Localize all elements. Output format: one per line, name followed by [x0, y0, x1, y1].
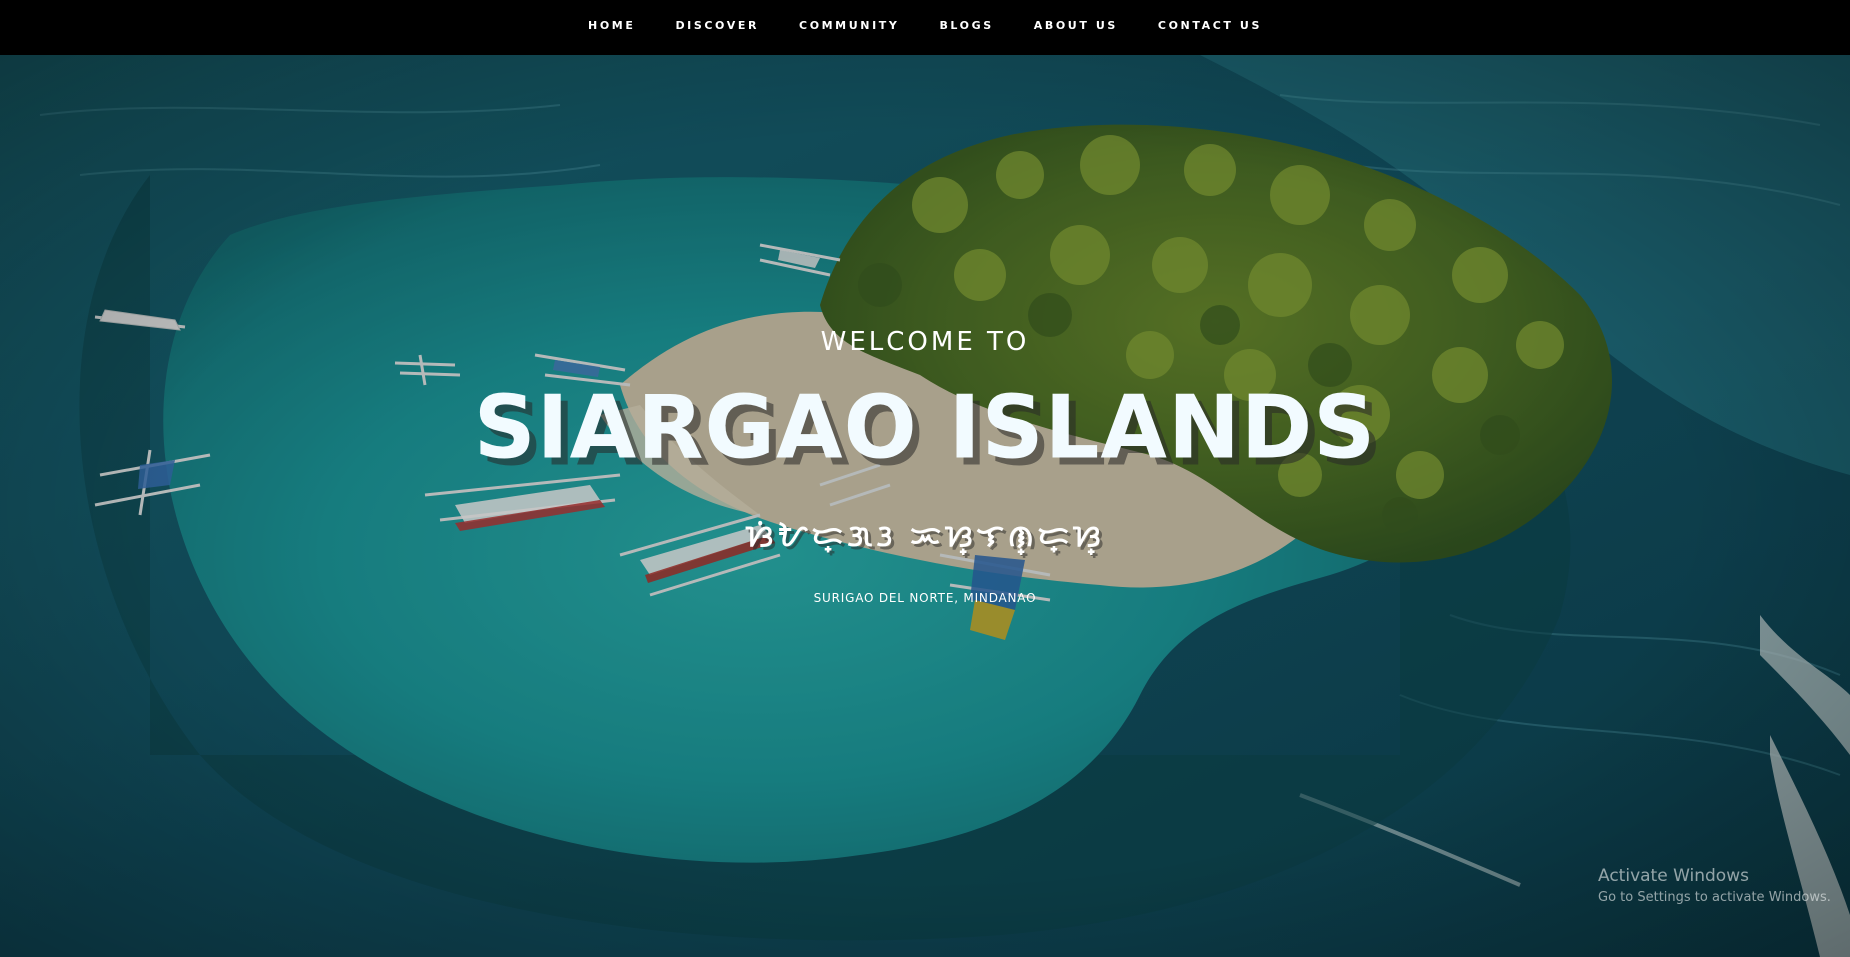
- nav-menu: HOME DISCOVER COMMUNITY BLOGS ABOUT US C…: [0, 0, 1850, 50]
- nav-home-link[interactable]: HOME: [568, 19, 655, 32]
- nav-blogs-link[interactable]: BLOGS: [919, 19, 1013, 32]
- nav-about-us-link[interactable]: ABOUT US: [1014, 19, 1138, 32]
- nav-community-link[interactable]: COMMUNITY: [779, 19, 919, 32]
- windows-activation-watermark: Activate Windows Go to Settings to activ…: [1598, 866, 1831, 905]
- top-navigation: HOME DISCOVER COMMUNITY BLOGS ABOUT US C…: [0, 0, 1850, 55]
- nav-contact-us-link[interactable]: CONTACT US: [1138, 19, 1282, 32]
- watermark-line-2: Go to Settings to activate Windows.: [1598, 890, 1831, 905]
- page: HOME DISCOVER COMMUNITY BLOGS ABOUT US C…: [0, 0, 1850, 957]
- nav-discover-link[interactable]: DISCOVER: [655, 19, 779, 32]
- watermark-line-1: Activate Windows: [1598, 866, 1749, 886]
- hero-background-image: [0, 55, 1850, 957]
